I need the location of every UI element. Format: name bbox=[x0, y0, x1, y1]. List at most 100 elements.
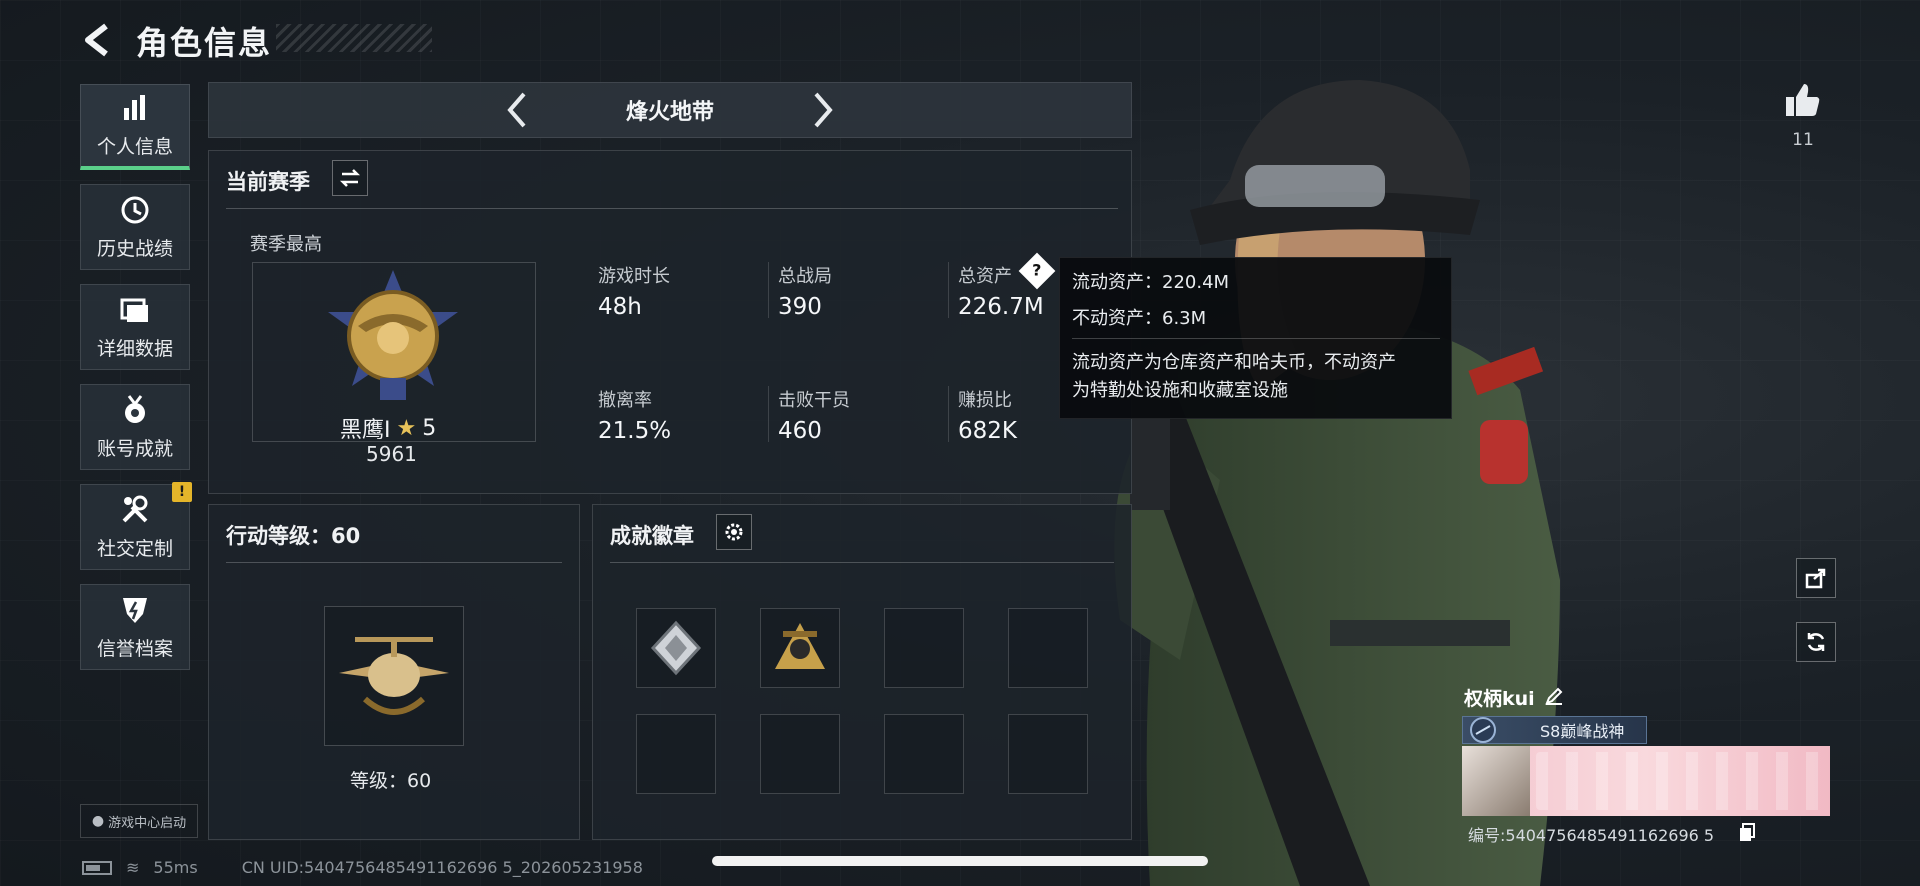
title-tag-text: S8巅峰战神 bbox=[1540, 722, 1625, 741]
stat-label: 总战局 bbox=[778, 266, 832, 287]
divider bbox=[610, 562, 1114, 563]
divider bbox=[226, 208, 1118, 209]
swap-icon bbox=[339, 169, 361, 187]
rank-stars: 5 bbox=[422, 415, 437, 441]
achievement-settings-button[interactable] bbox=[716, 514, 752, 550]
level-emblem-frame bbox=[324, 606, 464, 746]
tooltip-desc-line1: 流动资产为仓库资产和哈夫币，不动资产 bbox=[1072, 352, 1396, 373]
achievement-slot[interactable] bbox=[884, 714, 964, 794]
share-icon bbox=[1805, 568, 1826, 589]
banner-decoration bbox=[1536, 752, 1822, 810]
rank-name: 黑鹰I bbox=[340, 418, 391, 443]
stat-value: 390 bbox=[778, 294, 822, 320]
stat-label: 击败干员 bbox=[778, 390, 850, 411]
achievement-slot[interactable] bbox=[760, 608, 840, 688]
sidebar-item-detailed-data[interactable]: 详细数据 bbox=[80, 284, 190, 370]
stat-label: 游戏时长 bbox=[598, 266, 670, 287]
thumbs-up-icon[interactable] bbox=[1782, 80, 1822, 120]
wrench-icon bbox=[122, 495, 148, 522]
player-id: 编号:5404756485491162696 5 bbox=[1468, 826, 1715, 845]
latency-value: 55ms bbox=[153, 858, 198, 877]
divider bbox=[948, 262, 949, 318]
qq-penguin-icon: ● bbox=[91, 813, 105, 829]
divider bbox=[1072, 338, 1440, 339]
edit-pencil-icon[interactable] bbox=[1544, 686, 1564, 706]
shield-lightning-icon bbox=[123, 597, 147, 623]
switch-season-button[interactable] bbox=[332, 160, 368, 196]
skull-badge-icon bbox=[775, 623, 825, 669]
folder-data-icon bbox=[120, 298, 148, 322]
diamond-badge-icon bbox=[650, 620, 702, 676]
game-center-launch-button[interactable]: ● 游戏中心启动 bbox=[80, 804, 198, 838]
rank-emblem-icon bbox=[328, 270, 458, 400]
tooltip-desc-line2: 为特勤处设施和收藏室设施 bbox=[1072, 380, 1288, 401]
season-title: 当前赛季 bbox=[226, 170, 310, 194]
sidebar-item-achievements[interactable]: 账号成就 bbox=[80, 384, 190, 470]
stat-label: 赚损比 bbox=[958, 390, 1012, 411]
stat-label: 撤离率 bbox=[598, 390, 652, 411]
history-clock-icon bbox=[121, 196, 149, 223]
mode-label: 烽火地带 bbox=[625, 100, 714, 125]
sidebar-item-label: 账号成就 bbox=[96, 437, 173, 460]
achievement-slot[interactable] bbox=[884, 608, 964, 688]
achievement-slot[interactable] bbox=[760, 714, 840, 794]
divider bbox=[226, 562, 562, 563]
helicopter-emblem-icon bbox=[339, 637, 449, 715]
rank-score: 5961 bbox=[366, 442, 417, 466]
chevron-left-icon[interactable] bbox=[502, 88, 532, 132]
avatar[interactable] bbox=[1462, 746, 1530, 816]
achievements-title: 成就徽章 bbox=[610, 524, 694, 548]
sidebar-item-label: 历史战绩 bbox=[96, 237, 173, 260]
stat-value: 460 bbox=[778, 418, 822, 444]
assets-tooltip: 流动资产：220.4M 不动资产：6.3M 流动资产为仓库资产和哈夫币，不动资产… bbox=[1059, 257, 1452, 419]
game-center-label: 游戏中心启动 bbox=[108, 815, 187, 831]
sidebar-item-history[interactable]: 历史战绩 bbox=[80, 184, 190, 270]
stat-value: 682K bbox=[958, 418, 1017, 444]
battery-icon bbox=[82, 860, 112, 875]
stat-value: 226.7M bbox=[958, 294, 1044, 320]
sidebar-item-label: 个人信息 bbox=[96, 136, 173, 158]
divider bbox=[768, 386, 769, 442]
stat-value: 21.5% bbox=[598, 418, 672, 444]
level-text: 等级：60 bbox=[350, 770, 432, 792]
sidebar-item-label: 信誉档案 bbox=[96, 637, 173, 660]
gear-icon bbox=[725, 523, 743, 541]
divider bbox=[948, 386, 949, 442]
tooltip-liquid-assets: 流动资产：220.4M bbox=[1072, 272, 1230, 293]
home-indicator[interactable] bbox=[712, 856, 1208, 866]
wifi-icon: ≋ bbox=[126, 858, 140, 877]
refresh-icon bbox=[1807, 633, 1825, 651]
season-best-label: 赛季最高 bbox=[250, 234, 322, 255]
refresh-button[interactable] bbox=[1796, 622, 1836, 662]
stat-label: 总资产 bbox=[958, 266, 1012, 287]
status-bar: ≋ 55ms CN UID:5404756485491162696 5_2026… bbox=[82, 858, 643, 877]
achievement-slot[interactable] bbox=[1008, 714, 1088, 794]
star-icon: ★ bbox=[396, 415, 417, 441]
copy-icon[interactable] bbox=[1738, 822, 1756, 842]
bar-chart-icon bbox=[124, 95, 145, 120]
achievement-slot[interactable] bbox=[1008, 608, 1088, 688]
page-title: 角色信息 bbox=[136, 24, 273, 62]
achievement-slot[interactable] bbox=[636, 714, 716, 794]
action-level-title: 行动等级：60 bbox=[226, 524, 361, 548]
divider bbox=[768, 262, 769, 318]
profile-banner[interactable] bbox=[1462, 746, 1830, 816]
sidebar-item-label: 详细数据 bbox=[96, 337, 173, 360]
stat-value: 48h bbox=[598, 294, 642, 320]
title-emblem-icon bbox=[1470, 717, 1496, 743]
sidebar-item-credit[interactable]: 信誉档案 bbox=[80, 584, 190, 670]
sidebar-item-label: 社交定制 bbox=[96, 537, 173, 560]
back-arrow-icon[interactable] bbox=[78, 20, 118, 60]
like-count: 11 bbox=[1792, 130, 1814, 150]
chevron-right-icon[interactable] bbox=[808, 88, 838, 132]
sidebar-item-personal-info[interactable]: 个人信息 bbox=[80, 84, 190, 170]
rank-name-row: 黑鹰I ★ 5 bbox=[340, 412, 436, 444]
notification-badge: ! bbox=[172, 482, 192, 502]
share-button[interactable] bbox=[1796, 558, 1836, 598]
player-name: 权柄kui bbox=[1464, 688, 1535, 710]
uid-text: CN UID:5404756485491162696 5_20260523195… bbox=[241, 858, 643, 877]
tooltip-fixed-assets: 不动资产：6.3M bbox=[1072, 308, 1207, 329]
achievement-slot[interactable] bbox=[636, 608, 716, 688]
title-decoration bbox=[276, 24, 432, 52]
medal-icon bbox=[125, 394, 145, 423]
